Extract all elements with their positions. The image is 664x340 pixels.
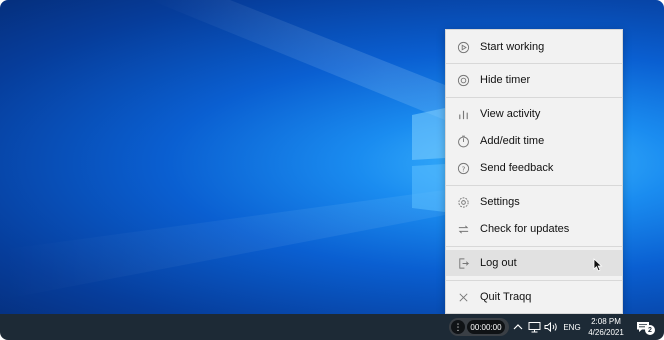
menu-item-quit[interactable]: Quit Traqq	[446, 284, 622, 310]
volume-icon[interactable]	[543, 320, 559, 334]
show-hidden-icons-chevron-icon[interactable]	[512, 320, 524, 334]
svg-text:?: ?	[461, 164, 465, 173]
bar-chart-icon	[456, 107, 470, 121]
menu-divider	[446, 63, 622, 64]
menu-divider	[446, 280, 622, 281]
hide-timer-icon	[456, 73, 470, 87]
language-indicator[interactable]: ENG	[561, 320, 583, 334]
more-options-icon[interactable]: ⋮	[451, 320, 465, 334]
close-icon	[456, 290, 470, 304]
timer-display[interactable]: 00:00:00	[467, 320, 505, 334]
traqq-tray-widget[interactable]: ⋮ 00:00:00	[449, 318, 509, 336]
menu-item-label: Check for updates	[480, 223, 570, 235]
menu-item-send-feedback[interactable]: ? Send feedback	[446, 155, 622, 181]
screen: Start working Hide timer View activity A…	[0, 0, 664, 340]
menu-item-check-for-updates[interactable]: Check for updates	[446, 216, 622, 242]
menu-item-add-edit-time[interactable]: Add/edit time	[446, 128, 622, 154]
menu-item-label: Send feedback	[480, 162, 554, 174]
gear-icon	[456, 195, 470, 209]
menu-item-label: Log out	[480, 257, 517, 269]
menu-item-label: View activity	[480, 108, 541, 120]
menu-item-label: Quit Traqq	[480, 291, 532, 303]
clock-time: 2:08 PM	[591, 317, 621, 326]
menu-divider	[446, 246, 622, 247]
network-icon[interactable]	[527, 320, 541, 334]
menu-item-start-working[interactable]: Start working	[446, 34, 622, 60]
menu-item-hide-timer[interactable]: Hide timer	[446, 67, 622, 93]
menu-item-settings[interactable]: Settings	[446, 189, 622, 215]
mouse-cursor-icon	[593, 258, 603, 272]
system-clock[interactable]: 2:08 PM 4/26/2021	[584, 314, 628, 340]
refresh-arrows-icon	[456, 222, 470, 236]
logout-icon	[456, 256, 470, 270]
menu-item-view-activity[interactable]: View activity	[446, 101, 622, 127]
clock-date: 4/26/2021	[588, 328, 624, 337]
menu-item-label: Settings	[480, 196, 520, 208]
question-circle-icon: ?	[456, 161, 470, 175]
menu-divider	[446, 97, 622, 98]
clock-icon	[456, 134, 470, 148]
play-circle-icon	[456, 40, 470, 54]
menu-item-label: Add/edit time	[480, 135, 545, 147]
menu-divider	[446, 185, 622, 186]
menu-item-label: Hide timer	[480, 74, 531, 86]
notification-count-badge: 2	[645, 325, 655, 335]
menu-item-label: Start working	[480, 41, 545, 53]
